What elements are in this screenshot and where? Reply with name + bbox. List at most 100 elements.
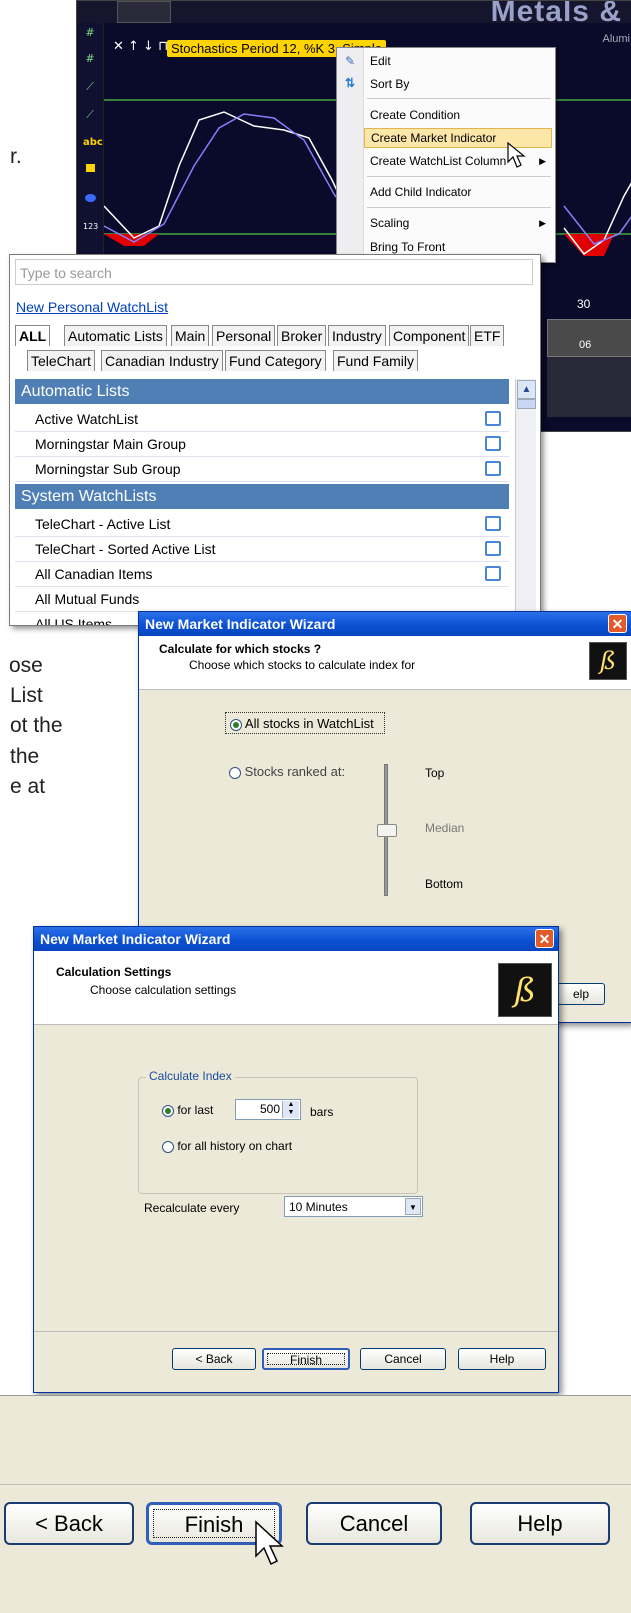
back-button[interactable]: < Back [4,1502,134,1545]
list-checkbox[interactable] [485,516,501,531]
trendline-icon[interactable]: ⟋ [83,81,97,93]
recalculate-select[interactable]: 10 Minutes ▼ [284,1196,423,1217]
section-header-system-watchlists[interactable]: System WatchLists [15,484,509,509]
list-item[interactable]: All Canadian Items [15,562,509,587]
scroll-thumb[interactable] [517,399,536,409]
radio-all-history[interactable]: for all history on chart [162,1139,292,1153]
list-item[interactable]: All Mutual Funds [15,587,509,612]
doc-text-fragment: r. [10,145,22,168]
section-header-automatic-lists[interactable]: Automatic Lists [15,379,509,404]
slider-label-median: Median [425,821,465,835]
dialog-subheading: Choose calculation settings [90,983,237,997]
bars-label: bars [310,1105,334,1119]
list-checkbox[interactable] [485,566,501,581]
dialog-header: Calculate for which stocks ? Choose whic… [139,636,631,690]
list-checkbox[interactable] [485,436,501,451]
tab-automatic-lists[interactable]: Automatic Lists [64,325,167,346]
dialog-title: New Market Indicator Wizard [34,927,558,951]
help-button[interactable]: Help [470,1502,610,1545]
indicator-controls[interactable]: ✕ ↑ ↓ ⊓ [113,39,168,54]
list-item[interactable]: Morningstar Main Group [15,432,509,457]
radio-all-stocks[interactable]: All stocks in WatchList [225,712,385,734]
list-checkbox[interactable] [485,411,501,426]
cancel-button[interactable]: Cancel [360,1348,446,1370]
tab-all[interactable]: ALL [15,325,51,346]
tab-broker[interactable]: Broker [277,325,327,346]
radio-label: for all history on chart [177,1139,293,1153]
menu-item-create-condition[interactable]: Create Condition [364,105,552,125]
scrollbar[interactable]: ▲ [515,379,536,625]
grid-icon[interactable]: # [83,27,97,39]
volume-panel [547,319,631,357]
radio-icon [230,718,242,731]
tab-main[interactable]: Main [171,325,210,346]
tab-component[interactable]: Component [389,325,470,346]
dialog-heading: Calculation Settings [56,965,172,979]
grid-icon[interactable]: # [83,53,97,65]
list-item[interactable]: TeleChart - Sorted Active List [15,537,509,562]
text-icon[interactable]: abc [83,137,103,149]
menu-item-edit[interactable]: Edit [364,51,552,71]
price-label: 30 [577,297,591,311]
menu-item-scaling[interactable]: Scaling ▶ [364,213,552,233]
list-item[interactable]: Active WatchList [15,407,509,432]
list-item-label: All Canadian Items [35,566,153,582]
ellipse-icon[interactable] [83,193,97,205]
list-item-label: Active WatchList [35,411,138,427]
number-icon[interactable]: 123 [83,221,98,233]
d-line [104,113,363,243]
new-personal-watchlist-link[interactable]: New Personal WatchList [16,299,168,315]
tab-fund-family[interactable]: Fund Family [333,350,419,371]
help-button[interactable]: Help [458,1348,546,1370]
list-item[interactable]: TeleChart - Active List [15,512,509,537]
close-icon[interactable]: ✕ [608,614,627,633]
rank-slider-thumb[interactable] [377,824,397,837]
radio-label: for last [177,1103,214,1117]
radio-icon [162,1140,174,1153]
trendline-icon[interactable]: ⟋ [83,109,97,121]
doc-text-fragment: List [10,684,43,707]
finish-button[interactable]: Finish [262,1348,350,1370]
list-item-label: TeleChart - Sorted Active List [35,541,216,557]
chart-tab[interactable] [117,1,171,23]
submenu-arrow-icon: ▶ [539,218,546,228]
radio-stocks-ranked[interactable]: Stocks ranked at: [229,764,345,779]
list-item-label: TeleChart - Active List [35,516,171,532]
date-label: 06 [579,339,592,351]
list-item-label: All US Items [35,616,113,626]
list-item-label: Morningstar Main Group [35,436,186,452]
doc-text-fragment: e at [10,775,46,798]
menu-item-label: Scaling [370,216,410,230]
tab-fund-category[interactable]: Fund Category [225,350,326,371]
k-line [104,111,367,247]
menu-item-sort-by[interactable]: Sort By [364,74,552,94]
tab-personal[interactable]: Personal [212,325,276,346]
stepper-arrows-icon[interactable]: ▲ ▼ [282,1101,299,1118]
chart-title: Metals & [490,0,622,28]
context-menu: ✎ ⇅ Edit Sort By Create Condition Create… [336,47,556,263]
close-icon[interactable]: ✕ [535,929,554,948]
radio-for-last[interactable]: for last [162,1103,213,1117]
back-button[interactable]: < Back [172,1348,256,1370]
chevron-down-icon[interactable]: ▼ [405,1198,421,1215]
list-checkbox[interactable] [485,541,501,556]
footer-divider [34,1331,558,1332]
tab-telechart[interactable]: TeleChart [27,350,95,371]
bars-stepper[interactable]: 500 ▲ ▼ [235,1099,301,1120]
list-item[interactable]: Morningstar Sub Group [15,457,509,482]
rectangle-icon[interactable] [83,163,97,175]
radio-label: Stocks ranked at: [244,764,346,779]
menu-separator [367,98,551,99]
cancel-button[interactable]: Cancel [306,1502,442,1545]
bars-value: 500 [259,1102,280,1116]
list-checkbox[interactable] [485,461,501,476]
tab-etf[interactable]: ETF [470,325,505,346]
tab-canadian-industry[interactable]: Canadian Industry [101,350,223,371]
tab-industry[interactable]: Industry [328,325,386,346]
list-item-label: Morningstar Sub Group [35,461,181,477]
search-input[interactable]: Type to search [15,259,533,285]
menu-item-add-child-indicator[interactable]: Add Child Indicator [364,182,552,202]
wizard-logo-icon: ß [589,642,627,680]
scroll-up-icon[interactable]: ▲ [517,380,536,399]
help-button[interactable]: elp [557,983,605,1005]
